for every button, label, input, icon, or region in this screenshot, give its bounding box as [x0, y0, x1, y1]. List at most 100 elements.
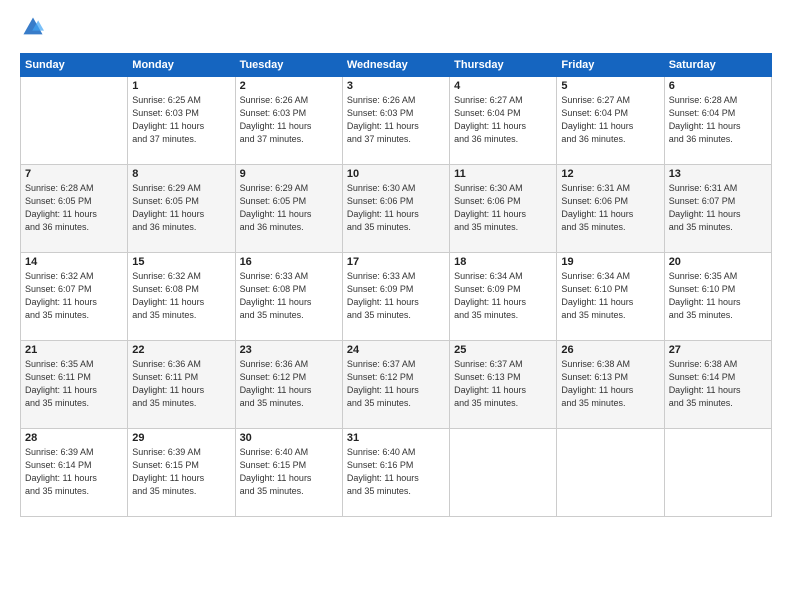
- day-info: Sunrise: 6:28 AM Sunset: 6:05 PM Dayligh…: [25, 182, 123, 234]
- day-info: Sunrise: 6:38 AM Sunset: 6:14 PM Dayligh…: [669, 358, 767, 410]
- day-info: Sunrise: 6:33 AM Sunset: 6:08 PM Dayligh…: [240, 270, 338, 322]
- day-number: 21: [25, 344, 123, 356]
- day-info: Sunrise: 6:40 AM Sunset: 6:15 PM Dayligh…: [240, 446, 338, 498]
- day-number: 19: [561, 256, 659, 268]
- calendar-cell: 10 Sunrise: 6:30 AM Sunset: 6:06 PM Dayli…: [342, 165, 449, 253]
- calendar-cell: 20 Sunrise: 6:35 AM Sunset: 6:10 PM Dayli…: [664, 253, 771, 341]
- day-number: 20: [669, 256, 767, 268]
- calendar-cell: 25 Sunrise: 6:37 AM Sunset: 6:13 PM Dayli…: [450, 341, 557, 429]
- calendar-cell: 24 Sunrise: 6:37 AM Sunset: 6:12 PM Dayli…: [342, 341, 449, 429]
- calendar-header-row: SundayMondayTuesdayWednesdayThursdayFrid…: [21, 54, 772, 77]
- day-info: Sunrise: 6:39 AM Sunset: 6:15 PM Dayligh…: [132, 446, 230, 498]
- day-info: Sunrise: 6:30 AM Sunset: 6:06 PM Dayligh…: [347, 182, 445, 234]
- calendar-cell: [21, 77, 128, 165]
- calendar-body: 1 Sunrise: 6:25 AM Sunset: 6:03 PM Daylig…: [21, 77, 772, 517]
- day-info: Sunrise: 6:27 AM Sunset: 6:04 PM Dayligh…: [454, 94, 552, 146]
- calendar-cell: 27 Sunrise: 6:38 AM Sunset: 6:14 PM Dayli…: [664, 341, 771, 429]
- day-number: 16: [240, 256, 338, 268]
- calendar-header-cell: Sunday: [21, 54, 128, 77]
- calendar-header-cell: Wednesday: [342, 54, 449, 77]
- day-number: 4: [454, 80, 552, 92]
- calendar-cell: [664, 429, 771, 517]
- day-number: 1: [132, 80, 230, 92]
- day-number: 8: [132, 168, 230, 180]
- calendar-cell: [450, 429, 557, 517]
- day-number: 25: [454, 344, 552, 356]
- calendar-cell: 31 Sunrise: 6:40 AM Sunset: 6:16 PM Dayli…: [342, 429, 449, 517]
- calendar-cell: 21 Sunrise: 6:35 AM Sunset: 6:11 PM Dayli…: [21, 341, 128, 429]
- day-number: 31: [347, 432, 445, 444]
- day-info: Sunrise: 6:39 AM Sunset: 6:14 PM Dayligh…: [25, 446, 123, 498]
- day-number: 11: [454, 168, 552, 180]
- day-info: Sunrise: 6:30 AM Sunset: 6:06 PM Dayligh…: [454, 182, 552, 234]
- day-number: 29: [132, 432, 230, 444]
- logo-icon: [22, 16, 44, 38]
- calendar-cell: 19Sunrise: 6:34 AM Sunset: 6:10 PM Dayli…: [557, 253, 664, 341]
- calendar-cell: 16 Sunrise: 6:33 AM Sunset: 6:08 PM Dayli…: [235, 253, 342, 341]
- day-number: 15: [132, 256, 230, 268]
- calendar-cell: 8Sunrise: 6:29 AM Sunset: 6:05 PM Daylig…: [128, 165, 235, 253]
- day-info: Sunrise: 6:40 AM Sunset: 6:16 PM Dayligh…: [347, 446, 445, 498]
- day-number: 2: [240, 80, 338, 92]
- day-info: Sunrise: 6:25 AM Sunset: 6:03 PM Dayligh…: [132, 94, 230, 146]
- day-number: 23: [240, 344, 338, 356]
- day-number: 24: [347, 344, 445, 356]
- day-info: Sunrise: 6:35 AM Sunset: 6:11 PM Dayligh…: [25, 358, 123, 410]
- calendar-cell: 26 Sunrise: 6:38 AM Sunset: 6:13 PM Dayli…: [557, 341, 664, 429]
- day-info: Sunrise: 6:26 AM Sunset: 6:03 PM Dayligh…: [347, 94, 445, 146]
- day-info: Sunrise: 6:27 AM Sunset: 6:04 PM Dayligh…: [561, 94, 659, 146]
- calendar-header-cell: Friday: [557, 54, 664, 77]
- page: SundayMondayTuesdayWednesdayThursdayFrid…: [0, 0, 792, 612]
- day-number: 30: [240, 432, 338, 444]
- day-info: Sunrise: 6:32 AM Sunset: 6:07 PM Dayligh…: [25, 270, 123, 322]
- day-number: 3: [347, 80, 445, 92]
- calendar-cell: 15Sunrise: 6:32 AM Sunset: 6:08 PM Dayli…: [128, 253, 235, 341]
- header: [20, 16, 772, 43]
- calendar-week-row: 14 Sunrise: 6:32 AM Sunset: 6:07 PM Dayli…: [21, 253, 772, 341]
- day-number: 17: [347, 256, 445, 268]
- day-info: Sunrise: 6:38 AM Sunset: 6:13 PM Dayligh…: [561, 358, 659, 410]
- day-info: Sunrise: 6:34 AM Sunset: 6:09 PM Dayligh…: [454, 270, 552, 322]
- day-info: Sunrise: 6:35 AM Sunset: 6:10 PM Dayligh…: [669, 270, 767, 322]
- day-info: Sunrise: 6:26 AM Sunset: 6:03 PM Dayligh…: [240, 94, 338, 146]
- calendar-cell: 28 Sunrise: 6:39 AM Sunset: 6:14 PM Dayli…: [21, 429, 128, 517]
- calendar-cell: 2 Sunrise: 6:26 AM Sunset: 6:03 PM Daylig…: [235, 77, 342, 165]
- calendar-header-cell: Monday: [128, 54, 235, 77]
- day-number: 10: [347, 168, 445, 180]
- calendar-cell: 7 Sunrise: 6:28 AM Sunset: 6:05 PM Daylig…: [21, 165, 128, 253]
- calendar-cell: 1 Sunrise: 6:25 AM Sunset: 6:03 PM Daylig…: [128, 77, 235, 165]
- day-info: Sunrise: 6:37 AM Sunset: 6:13 PM Dayligh…: [454, 358, 552, 410]
- day-number: 14: [25, 256, 123, 268]
- day-number: 18: [454, 256, 552, 268]
- calendar-week-row: 28 Sunrise: 6:39 AM Sunset: 6:14 PM Dayli…: [21, 429, 772, 517]
- day-number: 7: [25, 168, 123, 180]
- day-info: Sunrise: 6:29 AM Sunset: 6:05 PM Dayligh…: [240, 182, 338, 234]
- day-info: Sunrise: 6:31 AM Sunset: 6:07 PM Dayligh…: [669, 182, 767, 234]
- day-number: 28: [25, 432, 123, 444]
- day-info: Sunrise: 6:28 AM Sunset: 6:04 PM Dayligh…: [669, 94, 767, 146]
- day-number: 26: [561, 344, 659, 356]
- calendar-week-row: 1 Sunrise: 6:25 AM Sunset: 6:03 PM Daylig…: [21, 77, 772, 165]
- calendar-cell: 6Sunrise: 6:28 AM Sunset: 6:04 PM Daylig…: [664, 77, 771, 165]
- calendar-cell: 23Sunrise: 6:36 AM Sunset: 6:12 PM Dayli…: [235, 341, 342, 429]
- calendar-cell: 11 Sunrise: 6:30 AM Sunset: 6:06 PM Dayli…: [450, 165, 557, 253]
- day-number: 12: [561, 168, 659, 180]
- day-info: Sunrise: 6:36 AM Sunset: 6:11 PM Dayligh…: [132, 358, 230, 410]
- calendar-week-row: 7 Sunrise: 6:28 AM Sunset: 6:05 PM Daylig…: [21, 165, 772, 253]
- day-number: 27: [669, 344, 767, 356]
- calendar-cell: 22 Sunrise: 6:36 AM Sunset: 6:11 PM Dayli…: [128, 341, 235, 429]
- calendar-table: SundayMondayTuesdayWednesdayThursdayFrid…: [20, 53, 772, 517]
- day-info: Sunrise: 6:33 AM Sunset: 6:09 PM Dayligh…: [347, 270, 445, 322]
- calendar-cell: 9Sunrise: 6:29 AM Sunset: 6:05 PM Daylig…: [235, 165, 342, 253]
- calendar-week-row: 21 Sunrise: 6:35 AM Sunset: 6:11 PM Dayli…: [21, 341, 772, 429]
- day-info: Sunrise: 6:37 AM Sunset: 6:12 PM Dayligh…: [347, 358, 445, 410]
- calendar-cell: [557, 429, 664, 517]
- day-number: 22: [132, 344, 230, 356]
- calendar-cell: 3 Sunrise: 6:26 AM Sunset: 6:03 PM Daylig…: [342, 77, 449, 165]
- calendar-header-cell: Tuesday: [235, 54, 342, 77]
- logo: [20, 16, 48, 43]
- calendar-cell: 14 Sunrise: 6:32 AM Sunset: 6:07 PM Dayli…: [21, 253, 128, 341]
- calendar-header-cell: Saturday: [664, 54, 771, 77]
- day-number: 13: [669, 168, 767, 180]
- calendar-cell: 5Sunrise: 6:27 AM Sunset: 6:04 PM Daylig…: [557, 77, 664, 165]
